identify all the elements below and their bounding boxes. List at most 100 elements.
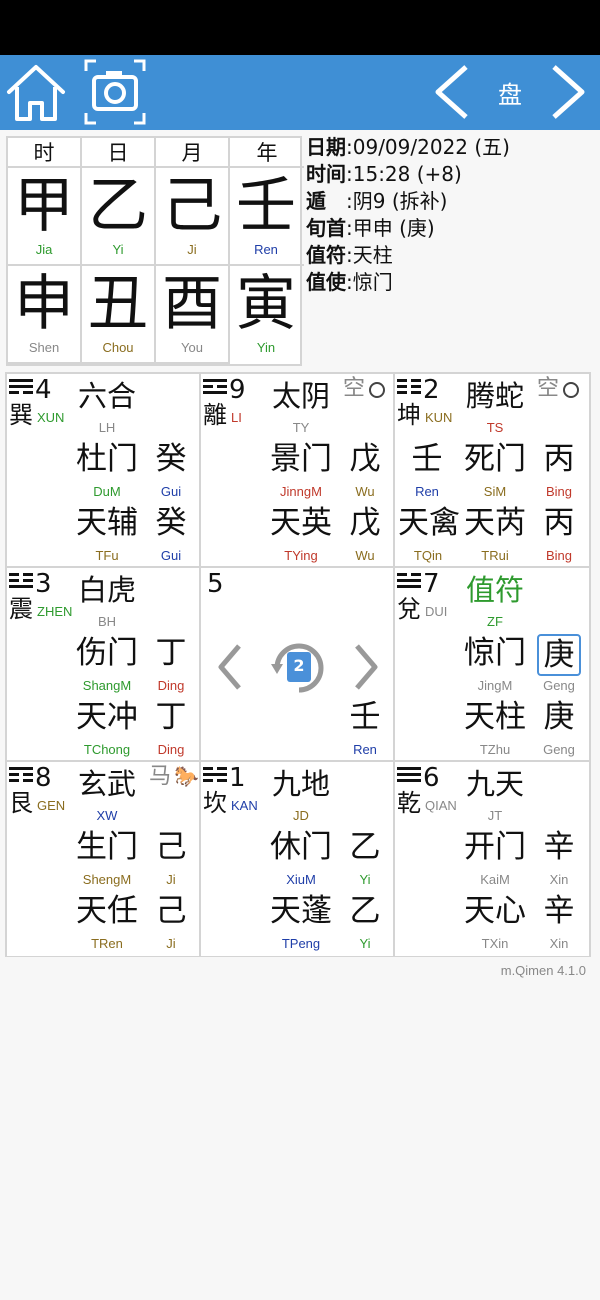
heaven-stem: 乙: [349, 829, 381, 865]
trigram-xun-icon: [9, 379, 33, 397]
stem-pinyin: Ji: [187, 242, 197, 257]
spirit-pinyin: TS: [486, 420, 504, 435]
earth-stem-pinyin: Gui: [160, 548, 182, 563]
palace-7[interactable]: 7 兌 DUI 值符 ZF 惊门 JingM 天柱 TZhu 庚 Geng 庚 …: [395, 568, 589, 762]
lodged-star: 天禽: [398, 505, 460, 541]
home-icon[interactable]: [5, 59, 67, 129]
earth-stem-pinyin: Ding: [157, 742, 185, 757]
pillar-stem: 壬 Ren: [230, 168, 304, 266]
void-marker: 空: [537, 376, 560, 401]
spirit-pinyin: ZF: [487, 614, 503, 629]
info-label: 时间: [306, 162, 346, 186]
palace-number: 4: [35, 375, 52, 405]
door: 伤门: [76, 635, 138, 671]
info-value: :甲申 (庚): [346, 216, 435, 240]
trigram-zhen-icon: [9, 573, 33, 591]
info-label: 旬首: [306, 216, 346, 240]
star-pinyin: TZhu: [479, 742, 511, 757]
pillar-header: 日: [82, 138, 156, 168]
palace-2[interactable]: 2 坤 KUN 腾蛇 TS 空 壬 Ren 天禽 TQin 死门 SiM 天芮 …: [395, 374, 589, 568]
star: 天冲: [76, 699, 138, 735]
gua-name: 巽: [9, 401, 33, 429]
info-value: :阴9 (拆补): [346, 189, 448, 213]
pillar-header: 年: [230, 138, 304, 168]
palace-number: 7: [423, 569, 440, 599]
earth-stem: 乙: [349, 893, 381, 929]
heaven-stem-pinyin: Yi: [359, 872, 371, 887]
gua-name: 震: [9, 595, 33, 623]
heaven-stem-pinyin: Geng: [543, 678, 575, 693]
branch-char: 丑: [88, 269, 148, 339]
door-pinyin: JingM: [477, 678, 513, 693]
info-date: 日期:09/09/2022 (五): [306, 134, 596, 161]
spirit: 玄武: [77, 767, 136, 801]
trigram-kan-icon: [203, 767, 227, 785]
horse-icon: 🐎: [174, 764, 199, 788]
info-xunshou: 旬首:甲申 (庚): [306, 215, 596, 242]
heaven-stem-pinyin: Ding: [157, 678, 185, 693]
star-pinyin: TChong: [83, 742, 131, 757]
nine-palace-grid: 4 巽 XUN 六合 LH 杜门 DuM 天辅 TFu 癸 Gui 癸 Gui …: [5, 372, 591, 957]
chevron-right-icon[interactable]: [351, 642, 381, 696]
info-label: 值符: [306, 243, 346, 267]
branch-pinyin: Shen: [28, 340, 60, 355]
palace-5-center: 5 2 壬 Ren: [201, 568, 395, 762]
earth-stem-pinyin: Ji: [166, 936, 176, 951]
pillar-branch: 寅 Yin: [230, 266, 304, 364]
stem-pinyin: Ren: [254, 242, 278, 257]
palace-9[interactable]: 9 離 LI 太阴 TY 空 景门 JinngM 天英 TYing 戊 Wu 戊…: [201, 374, 395, 568]
door: 死门: [464, 441, 526, 477]
palace-8[interactable]: 8 艮 GEN 玄武 XW 马 🐎 生门 ShengM 天任 TRen 己 Ji…: [7, 762, 201, 956]
stem-char: 甲: [14, 171, 74, 241]
door-pinyin: ShengM: [82, 872, 132, 887]
info-dun: 遁:阴9 (拆补): [306, 188, 596, 215]
chevron-right-icon[interactable]: [548, 63, 588, 125]
pillar-year: 年 壬 Ren 寅 Yin: [230, 138, 304, 364]
circle-icon: [369, 382, 385, 398]
palace-number: 6: [423, 763, 440, 793]
top-toolbar: 盘: [0, 55, 600, 130]
palace-4[interactable]: 4 巽 XUN 六合 LH 杜门 DuM 天辅 TFu 癸 Gui 癸 Gui: [7, 374, 201, 568]
heaven-stem: 庚: [537, 634, 581, 676]
star-pinyin: TPeng: [281, 936, 321, 951]
spirit: 值符: [465, 573, 524, 607]
info-value: :15:28 (+8): [346, 162, 462, 186]
horse-marker: 马: [149, 764, 172, 789]
heaven-stem: 丙: [543, 441, 575, 477]
pillar-stem: 乙 Yi: [82, 168, 156, 266]
star: 天英: [270, 505, 332, 541]
branch-pinyin: You: [181, 340, 203, 355]
gua-pinyin: ZHEN: [37, 604, 73, 619]
camera-icon[interactable]: [84, 59, 146, 129]
star-pinyin: TRen: [91, 936, 123, 951]
chevron-left-icon[interactable]: [432, 63, 472, 125]
gua-name: 艮: [9, 789, 33, 817]
palace-number: 8: [35, 763, 52, 793]
trigram-gen-icon: [9, 767, 33, 785]
gua-name: 離: [203, 401, 227, 429]
pillar-stem: 甲 Jia: [8, 168, 82, 266]
gua-name: 乾: [397, 789, 421, 817]
door: 景门: [270, 441, 332, 477]
toolbar-title: 盘: [498, 81, 522, 109]
palace-number: 2: [423, 375, 440, 405]
gua-pinyin: LI: [231, 410, 242, 425]
info-value: :09/09/2022 (五): [346, 135, 510, 159]
trigram-dui-icon: [397, 573, 421, 591]
heaven-stem-pinyin: Wu: [355, 484, 375, 499]
gua-pinyin: GEN: [37, 798, 66, 813]
hidden-stem: 壬: [411, 441, 443, 477]
palace-1[interactable]: 1 坎 KAN 九地 JD 休门 XiuM 天蓬 TPeng 乙 Yi 乙 Yi: [201, 762, 395, 956]
branch-char: 申: [14, 269, 74, 339]
earth-stem: 丙: [543, 505, 575, 541]
rotate-icon[interactable]: 2: [267, 634, 331, 698]
chevron-left-icon[interactable]: [215, 642, 245, 696]
app-version: m.Qimen 4.1.0: [500, 963, 586, 978]
spirit: 六合: [77, 379, 136, 413]
palace-3[interactable]: 3 震 ZHEN 白虎 BH 伤门 ShangM 天冲 TChong 丁 Din…: [7, 568, 201, 762]
palace-number: 9: [229, 375, 246, 405]
palace-6[interactable]: 6 乾 QIAN 九天 JT 开门 KaiM 天心 TXin 辛 Xin 辛 X…: [395, 762, 589, 956]
earth-stem: 戊: [349, 505, 381, 541]
trigram-qian-icon: [397, 767, 421, 785]
star-pinyin: TXin: [481, 936, 509, 951]
